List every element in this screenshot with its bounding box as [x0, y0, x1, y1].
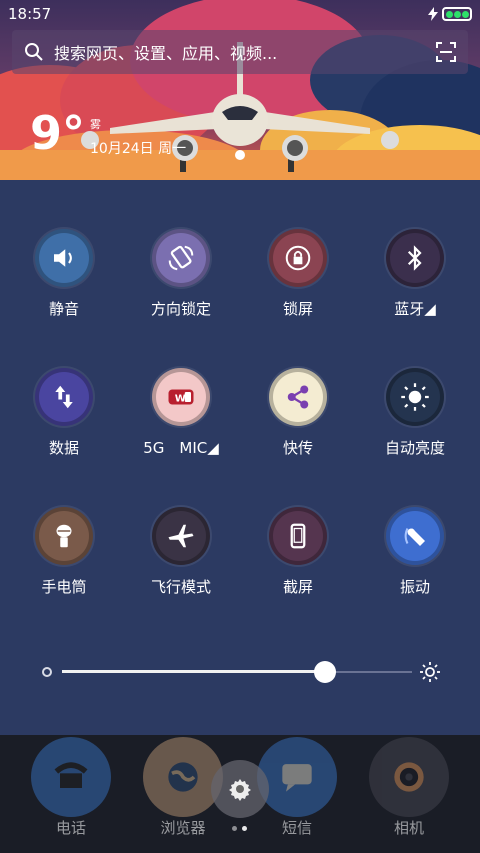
sun-icon[interactable]: [386, 368, 444, 426]
dock-app-label: 电话: [55, 819, 86, 837]
brightness-min-icon: [42, 667, 52, 677]
gear-icon: [229, 779, 251, 801]
quick-tile-label: 自动亮度: [384, 439, 445, 457]
message-icon[interactable]: [257, 737, 337, 817]
brightness-max-icon: [420, 662, 440, 682]
dock-app-label: 相机: [393, 819, 424, 837]
quick-tile-label: 锁屏: [282, 300, 313, 318]
search-bar[interactable]: 搜索网页、设置、应用、视频...: [12, 30, 468, 74]
brightness-slider[interactable]: [40, 660, 440, 684]
quick-tile-label: 数据: [48, 439, 79, 457]
airplane-icon[interactable]: [152, 507, 210, 565]
data-arrows-icon[interactable]: [35, 368, 93, 426]
brightness-thumb[interactable]: [313, 661, 336, 683]
status-time: 18:57: [8, 5, 52, 23]
quick-tile-speaker[interactable]: 静音: [9, 229, 119, 329]
speaker-icon[interactable]: [35, 229, 93, 287]
scan-icon[interactable]: [436, 42, 456, 62]
quick-tile-label: 静音: [48, 300, 79, 318]
weather-condition: 雾: [90, 118, 101, 131]
page-indicator: [232, 826, 247, 831]
quick-tile-data-arrows[interactable]: 数据: [9, 368, 119, 468]
quick-tile-label: 振动: [399, 578, 430, 596]
header-illustration: 18:57 搜索网页、设置、应用、视频... 9° 雾 10月24日 周一: [0, 0, 480, 180]
quick-tile-label: 快传: [282, 439, 313, 457]
quick-tile-bluetooth[interactable]: 蓝牙◢: [360, 229, 470, 329]
share-icon[interactable]: [269, 368, 327, 426]
status-bar: 18:57: [0, 0, 480, 28]
quick-tile-vibrate[interactable]: 振动: [360, 507, 470, 607]
weather-date: 10月24日 周一: [90, 141, 187, 157]
dock-app-phone[interactable]: 电话: [21, 737, 121, 838]
quick-tile-lock[interactable]: 锁屏: [243, 229, 353, 329]
weather-widget[interactable]: 9° 雾 10月24日 周一: [30, 106, 186, 160]
quick-tile-sun[interactable]: 自动亮度: [360, 368, 470, 468]
quick-tile-rotation-lock[interactable]: 方向锁定: [126, 229, 236, 329]
quick-tile-label: 手电筒: [41, 578, 87, 596]
settings-button[interactable]: [211, 760, 269, 818]
dock-app-label: 短信: [281, 819, 312, 837]
quick-tile-label: 截屏: [282, 578, 313, 596]
phone-icon[interactable]: [31, 737, 111, 817]
brightness-fill: [62, 670, 325, 673]
status-icons: [428, 7, 472, 21]
flash-icon: [428, 7, 438, 21]
flashlight-icon[interactable]: [35, 507, 93, 565]
camera-icon[interactable]: [369, 737, 449, 817]
quick-tile-label: 5G MIC◢: [143, 439, 219, 457]
wifi-icon[interactable]: Wi: [152, 368, 210, 426]
quick-tile-label: 飞行模式: [150, 578, 211, 596]
quick-tile-label: 方向锁定: [150, 300, 211, 318]
weather-temperature: 9°: [30, 106, 86, 160]
quick-tile-screenshot[interactable]: 截屏: [243, 507, 353, 607]
vibrate-icon[interactable]: [386, 507, 444, 565]
screenshot-icon[interactable]: [269, 507, 327, 565]
quick-tile-label: 蓝牙◢: [394, 300, 436, 318]
dock-app-label: 浏览器: [160, 819, 206, 837]
quick-tile-airplane[interactable]: 飞行模式: [126, 507, 236, 607]
search-icon: [25, 43, 43, 61]
rotation-lock-icon[interactable]: [152, 229, 210, 287]
lock-icon[interactable]: [269, 229, 327, 287]
quick-tile-wifi[interactable]: Wi 5G MIC◢: [126, 368, 236, 468]
search-input[interactable]: 搜索网页、设置、应用、视频...: [54, 40, 436, 64]
quick-tile-flashlight[interactable]: 手电筒: [9, 507, 119, 607]
quick-tile-share[interactable]: 快传: [243, 368, 353, 468]
browser-icon[interactable]: [143, 737, 223, 817]
dock-app-camera[interactable]: 相机: [359, 737, 459, 838]
bluetooth-icon[interactable]: [386, 229, 444, 287]
battery-icon: [442, 7, 472, 21]
